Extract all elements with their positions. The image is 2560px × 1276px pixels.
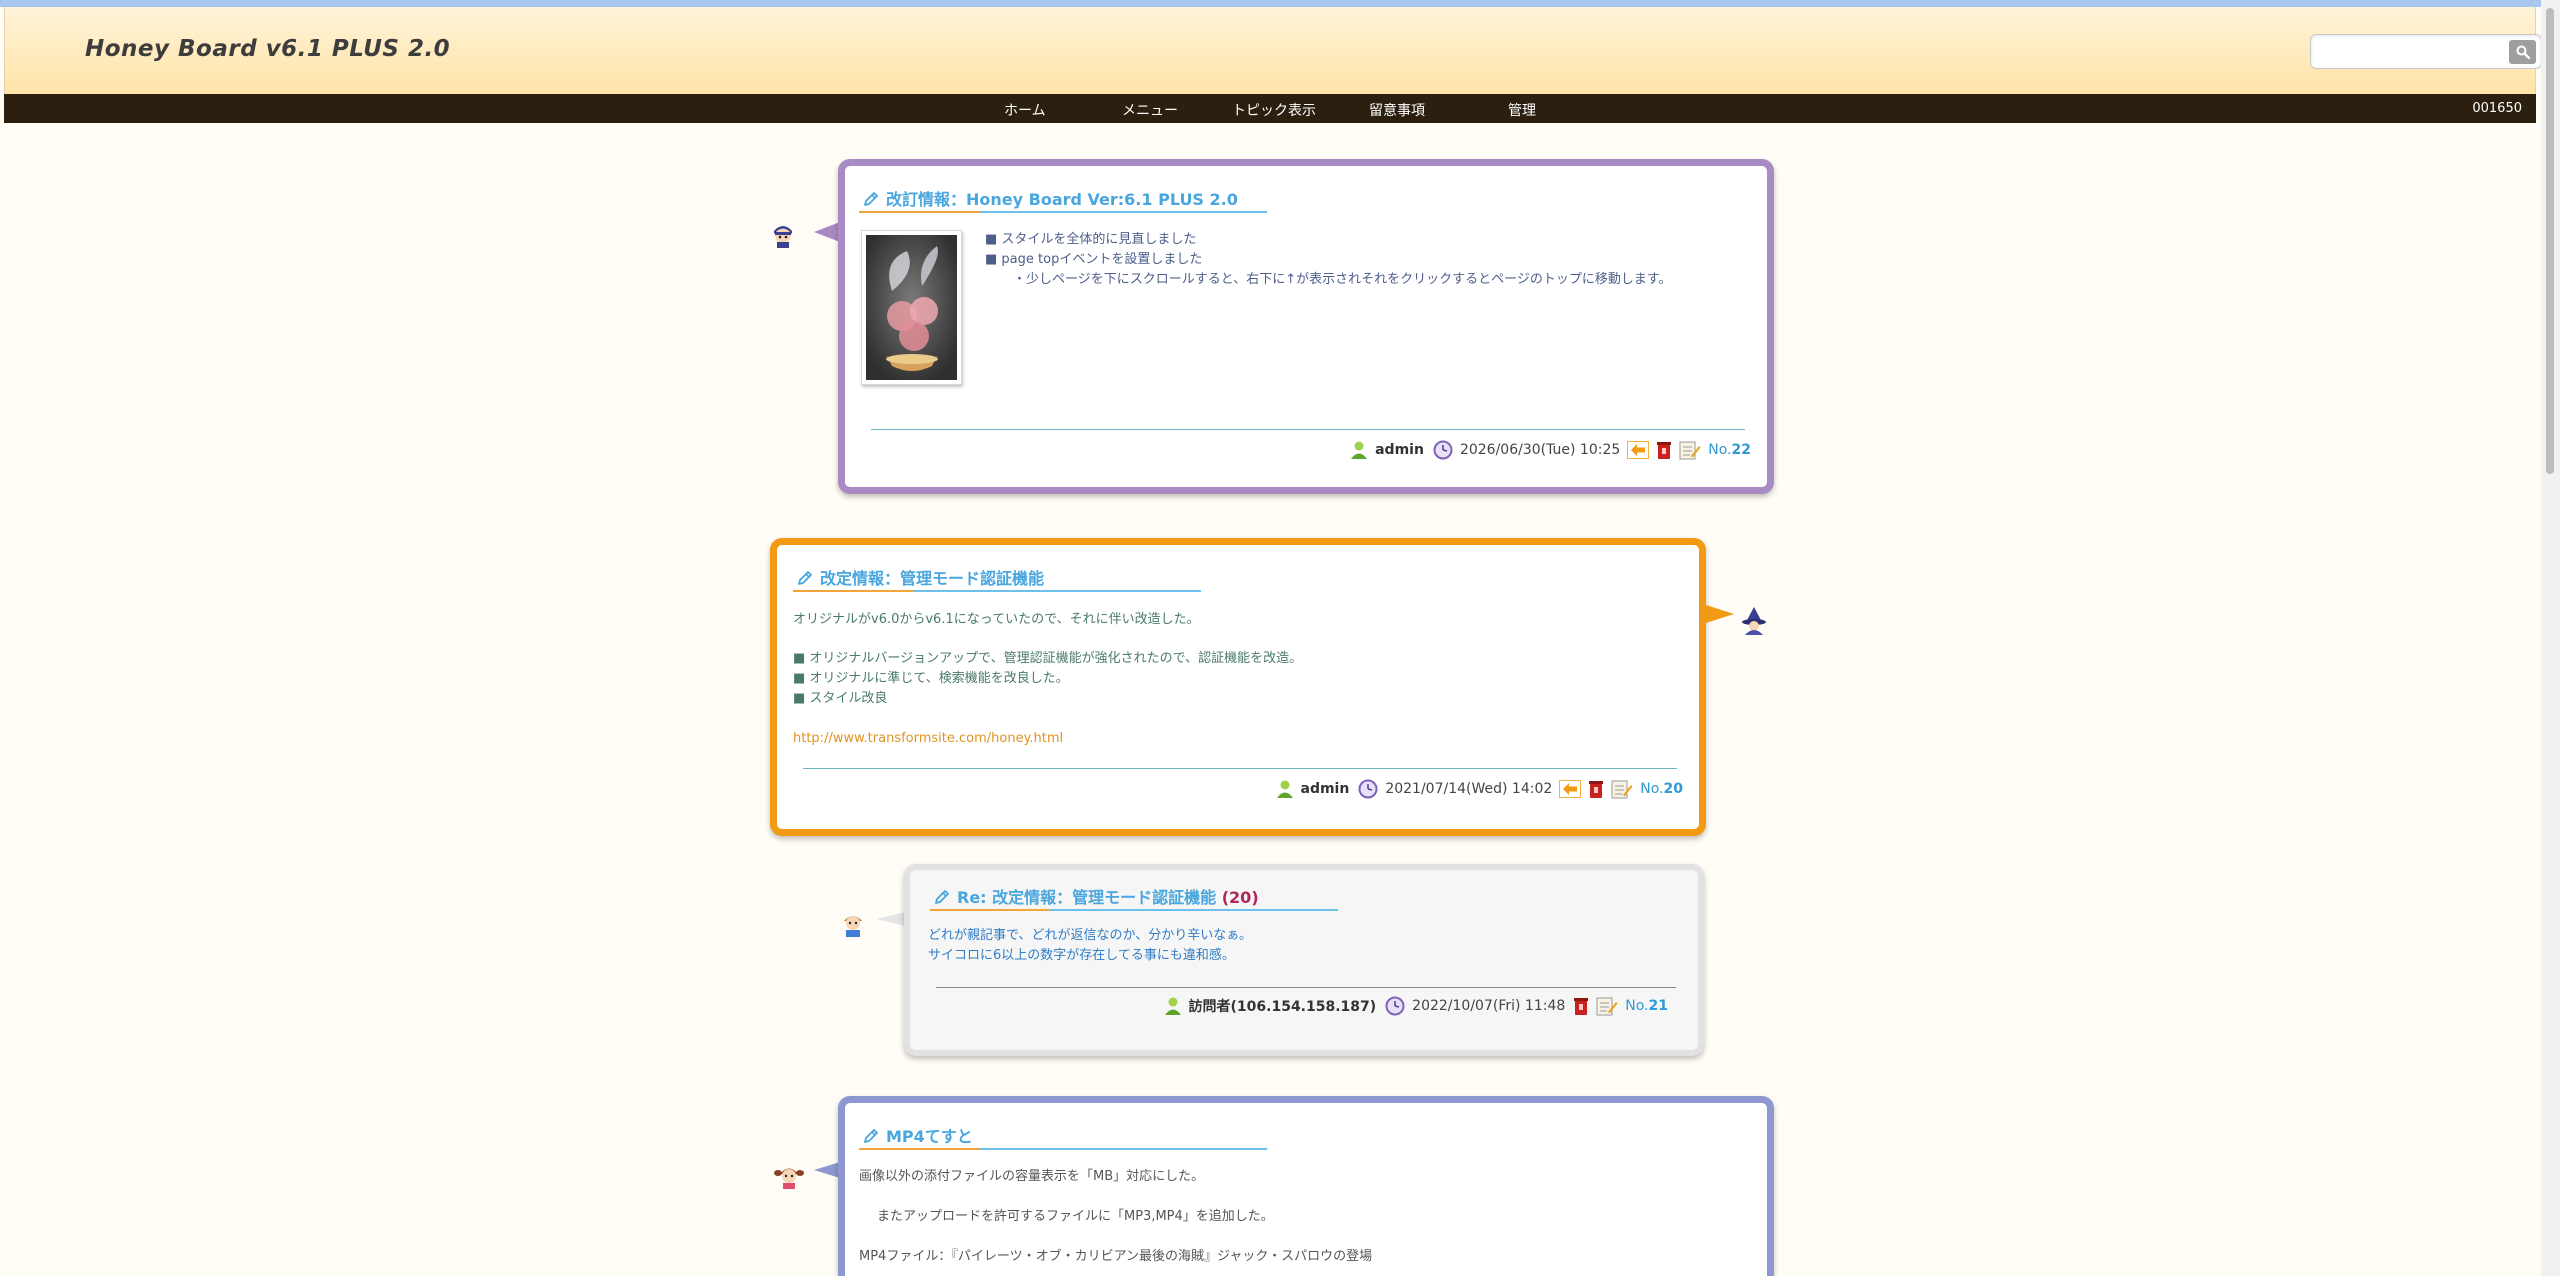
- post-body-line: MP4ファイル：『パイレーツ・オブ・カリビアン最後の海賊』ジャック・スパロウの登…: [859, 1249, 1373, 1264]
- reply-count: (20): [1221, 888, 1259, 907]
- post-title-text: 改訂情報：Honey Board Ver:6.1 PLUS 2.0: [886, 190, 1238, 209]
- post-number-prefix: No.: [1640, 781, 1664, 797]
- post-author[interactable]: admin: [1301, 781, 1350, 797]
- delete-bin-icon[interactable]: [1572, 996, 1590, 1016]
- nav-item-menu[interactable]: メニュー: [1122, 100, 1178, 120]
- clock-icon: [1385, 996, 1405, 1016]
- post-title[interactable]: 改訂情報：Honey Board Ver:6.1 PLUS 2.0: [863, 186, 1238, 214]
- post-22: 改訂情報：Honey Board Ver:6.1 PLUS 2.0 ■ スタイル…: [838, 159, 1774, 494]
- user-icon: [1164, 997, 1181, 1015]
- speech-tail: [876, 912, 906, 926]
- post-meta: admin 2021/07/14(Wed) 14:02 No.20: [1273, 779, 1683, 799]
- search-button[interactable]: [2509, 40, 2536, 64]
- post-number[interactable]: No.20: [1640, 781, 1683, 797]
- post-divider: [936, 987, 1676, 988]
- post-date: 2022/10/07(Fri) 11:48: [1412, 998, 1566, 1014]
- edit-note-icon[interactable]: [1679, 440, 1701, 460]
- title-underline: [979, 211, 1267, 213]
- post-title-text: MP4てすと: [886, 1127, 973, 1146]
- main-nav: ホーム メニュー トピック表示 留意事項 管理 001650: [4, 94, 2536, 123]
- user-icon: [1276, 780, 1293, 798]
- post-number[interactable]: No.22: [1708, 442, 1751, 458]
- post-body-line: サイコロに6以上の数字が存在してる事にも違和感。: [928, 948, 1235, 963]
- nav-item-home[interactable]: ホーム: [1004, 100, 1046, 120]
- post-body-line: ■ オリジナルバージョンアップで、管理認証機能が強化されたので、認証機能を改造。: [793, 651, 1303, 666]
- post-number-prefix: No.: [1625, 998, 1649, 1014]
- post-title[interactable]: 改定情報：管理モード認証機能: [797, 565, 1044, 593]
- post-divider: [803, 768, 1677, 769]
- post-title[interactable]: Re: 改定情報：管理モード認証機能 (20): [934, 884, 1259, 912]
- post-date: 2026/06/30(Tue) 10:25: [1459, 442, 1621, 458]
- pencil-icon: [864, 192, 878, 206]
- post-meta: 訪問者(106.154.158.187) 2022/10/07(Fri) 11:…: [1161, 996, 1668, 1016]
- scrollbar-thumb[interactable]: [2546, 8, 2554, 474]
- post-title-text: Re: 改定情報：管理モード認証機能: [957, 888, 1217, 907]
- user-icon: [1351, 441, 1368, 459]
- post-author[interactable]: 訪問者(106.154.158.187): [1189, 996, 1377, 1016]
- speech-tail: [1706, 605, 1734, 623]
- pencil-icon: [935, 890, 949, 904]
- search-box: [2310, 34, 2542, 69]
- access-counter: 001650: [2472, 101, 2522, 116]
- post-body-line: ■ スタイルを全体的に見直しました: [985, 232, 1197, 247]
- post-title[interactable]: MP4てすと: [863, 1123, 973, 1151]
- post-body-line: またアップロードを許可するファイルに「MP3,MP4」を追加した。: [877, 1209, 1274, 1224]
- post-number-value: 22: [1731, 442, 1751, 458]
- post-mp4: MP4てすと 画像以外の添付ファイルの容量表示を「MB」対応にした。 またアップ…: [838, 1096, 1774, 1276]
- search-icon: [2516, 45, 2530, 59]
- title-underline-accent: [859, 211, 979, 213]
- post-20: 改定情報：管理モード認証機能 オリジナルがv6.0からv6.1になっていたので、…: [770, 538, 1706, 836]
- girl-avatar-icon: [774, 1168, 804, 1189]
- crystal-apple-image: [866, 235, 957, 380]
- title-underline: [1050, 909, 1338, 911]
- reply-arrow-icon[interactable]: [1559, 779, 1582, 799]
- title-underline-accent: [793, 590, 913, 592]
- post-body-line: ■ page topイベントを設置しました: [985, 252, 1203, 267]
- site-header: Honey Board v6.1 PLUS 2.0: [4, 7, 2542, 94]
- post-number[interactable]: No.21: [1625, 998, 1668, 1014]
- attachment-thumbnail[interactable]: [861, 230, 962, 385]
- clock-icon: [1433, 440, 1453, 460]
- nav-item-notes[interactable]: 留意事項: [1369, 100, 1425, 120]
- nav-item-admin[interactable]: 管理: [1508, 100, 1536, 120]
- post-title-text: 改定情報：管理モード認証機能: [820, 569, 1045, 588]
- post-body-line: ■ オリジナルに準じて、検索機能を改良した。: [793, 671, 1069, 686]
- title-underline: [979, 1148, 1267, 1150]
- post-body-line: オリジナルがv6.0からv6.1になっていたので、それに伴い改造した。: [793, 612, 1200, 627]
- search-input[interactable]: [2317, 40, 2497, 64]
- post-date: 2021/07/14(Wed) 14:02: [1385, 781, 1553, 797]
- speech-tail: [814, 222, 840, 242]
- speech-tail: [814, 1162, 840, 1178]
- title-underline: [913, 590, 1201, 592]
- pencil-icon: [798, 571, 812, 585]
- avatar-icon: [774, 226, 792, 248]
- edit-note-icon[interactable]: [1596, 996, 1618, 1016]
- post-body-line: ・少しページを下にスクロールすると、右下に↑が表示されそれをクリックするとページ…: [1013, 272, 1672, 287]
- post-21: Re: 改定情報：管理モード認証機能 (20) どれが親記事で、どれが返信なのか…: [904, 864, 1704, 1056]
- page: Honey Board v6.1 PLUS 2.0 ホーム メニュー トピック表…: [0, 0, 2560, 1276]
- clock-icon: [1358, 779, 1378, 799]
- post-number-value: 20: [1663, 781, 1683, 797]
- post-divider: [871, 429, 1745, 430]
- top-accent-line: [0, 0, 2560, 7]
- post-number-prefix: No.: [1708, 442, 1732, 458]
- visitor-avatar-icon: [844, 916, 862, 937]
- post-author[interactable]: admin: [1375, 442, 1424, 458]
- post-body-line: どれが親記事で、どれが返信なのか、分かり辛いなぁ。: [928, 928, 1252, 943]
- post-meta: admin 2026/06/30(Tue) 10:25 No.22: [1347, 440, 1751, 460]
- post-body-line: ■ スタイル改良: [793, 691, 888, 706]
- external-link[interactable]: http://www.transformsite.com/honey.html: [793, 729, 1063, 749]
- post-number-value: 21: [1648, 998, 1668, 1014]
- reply-arrow-icon[interactable]: [1627, 440, 1650, 460]
- title-underline-accent: [859, 1148, 979, 1150]
- edit-note-icon[interactable]: [1611, 779, 1633, 799]
- wizard-avatar-icon: [1742, 607, 1766, 635]
- site-title[interactable]: Honey Board v6.1 PLUS 2.0: [85, 36, 450, 62]
- title-underline-accent: [930, 909, 1050, 911]
- post-body-line: 画像以外の添付ファイルの容量表示を「MB」対応にした。: [859, 1169, 1205, 1184]
- nav-item-topics[interactable]: トピック表示: [1232, 100, 1316, 120]
- delete-bin-icon[interactable]: [1587, 779, 1605, 799]
- delete-bin-icon[interactable]: [1655, 440, 1673, 460]
- pencil-icon: [864, 1129, 878, 1143]
